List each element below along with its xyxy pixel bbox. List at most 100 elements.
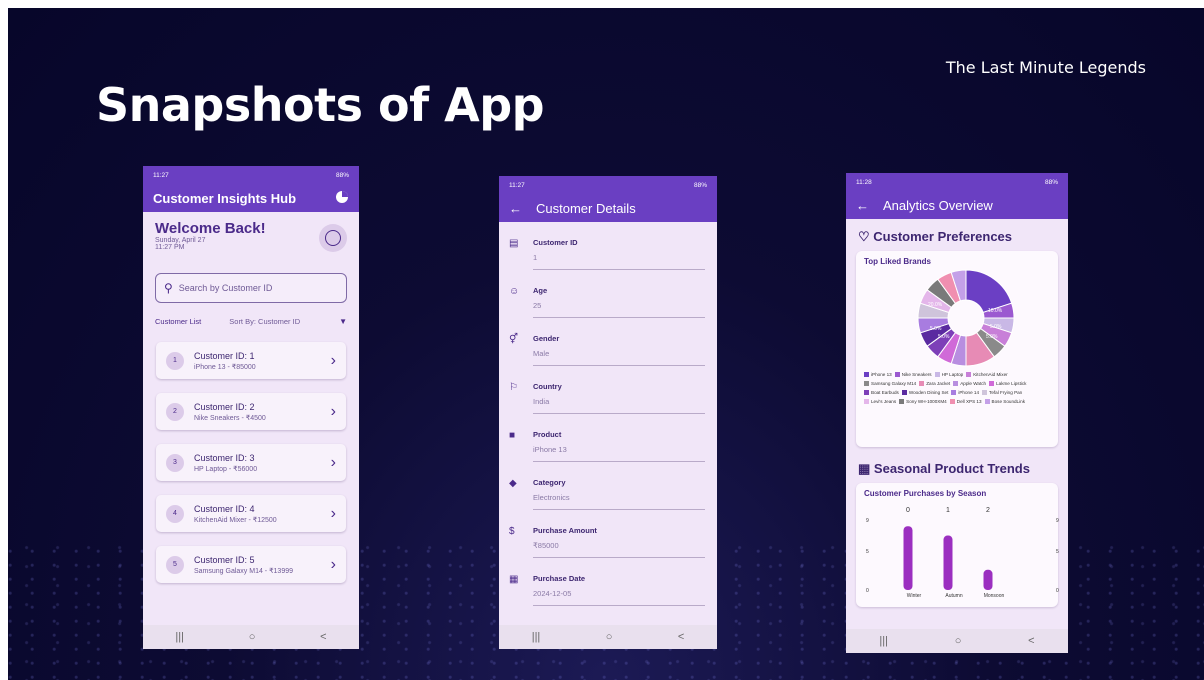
chevron-right-icon: › (330, 504, 336, 522)
app-title: Customer Details (536, 200, 636, 216)
sort-dropdown-icon[interactable]: ▼ (339, 317, 347, 326)
app-title: Analytics Overview (883, 197, 993, 213)
back-icon[interactable]: < (1028, 635, 1034, 647)
detail-field-customer-id: ▤ Customer ID 1 (499, 238, 717, 270)
slice-label: 10.0% (988, 308, 1003, 314)
bar (943, 535, 953, 590)
legend-item: Zara Jacket (919, 379, 950, 388)
back-arrow-icon[interactable]: ← (856, 198, 869, 213)
tag-icon: ◆ (509, 478, 517, 489)
chevron-right-icon: › (330, 453, 336, 471)
customer-card[interactable]: 3 Customer ID: 3 HP Laptop - ₹56000 › (156, 444, 346, 481)
recent-apps-icon[interactable]: ||| (532, 631, 541, 643)
field-label: Age (533, 286, 548, 295)
customer-number-badge: 2 (166, 402, 184, 421)
legend-item: Levi's Jeans (864, 397, 896, 406)
slice-label: 5.0% (990, 324, 1002, 330)
back-icon[interactable]: < (320, 631, 326, 643)
section-customer-preferences: ♡ Customer Preferences (846, 219, 1068, 245)
field-value: 2024-12-05 (533, 589, 572, 598)
legend-label: HP Laptop (941, 372, 964, 377)
bar (903, 526, 913, 590)
slice-label: 5.0% (938, 334, 950, 340)
team-name: The Last Minute Legends (945, 58, 1146, 77)
recent-apps-icon[interactable]: ||| (879, 635, 888, 647)
home-icon[interactable]: ○ (955, 635, 962, 647)
profile-avatar-button[interactable] (319, 224, 347, 252)
field-value: iPhone 13 (533, 445, 567, 454)
bar (983, 569, 993, 590)
bar-chart: 0 0 5 5 9 9 0 Winter 1 Autumn 2 Monsoon (866, 507, 1059, 599)
legend-label: iPhone 14 (958, 390, 980, 395)
legend-item: Samsung Galaxy M14 (864, 379, 916, 388)
back-arrow-icon[interactable]: ← (509, 201, 522, 216)
slice-label: 5.0% (986, 334, 998, 340)
welcome-section: Welcome Back! Sunday, April 27 11:27 PM (143, 212, 359, 252)
field-value: India (533, 397, 550, 406)
home-icon[interactable]: ○ (606, 631, 613, 643)
legend-swatch (864, 372, 869, 377)
search-icon: ⚲ (164, 281, 173, 295)
field-label: Purchase Date (533, 574, 586, 583)
detail-field-purchase-amount: $ Purchase Amount ₹85000 (499, 526, 717, 558)
gender-icon: ⚥ (509, 334, 519, 345)
heart-icon: ♡ (858, 229, 870, 244)
legend-label: Dell XPS 13 (956, 399, 982, 404)
customer-card[interactable]: 4 Customer ID: 4 KitchenAid Mixer - ₹1250… (156, 495, 346, 532)
welcome-time: 11:27 PM (155, 244, 185, 251)
legend-swatch (899, 399, 905, 404)
legend-swatch (934, 372, 940, 377)
legend-swatch (966, 372, 972, 377)
legend-label: Wooden Dining Set (908, 390, 949, 395)
search-input[interactable]: ⚲ Search by Customer ID (155, 273, 347, 303)
user-icon (325, 230, 341, 246)
y-tick-label-right: 5 (1056, 549, 1059, 555)
section-title: Customer Preferences (873, 229, 1013, 244)
customer-card[interactable]: 2 Customer ID: 2 Nike Sneakers - ₹4500 › (156, 393, 346, 430)
android-nav-bar: ||| ○ < (846, 629, 1068, 653)
status-time: 11:27 (153, 171, 169, 179)
legend-label: Nike Sneakers (901, 372, 932, 377)
customer-subtitle: Samsung Galaxy M14 - ₹13999 (194, 567, 294, 575)
home-icon[interactable]: ○ (249, 631, 256, 643)
legend-item: Tefal Frying Pan (982, 388, 1022, 397)
y-tick-label: 9 (866, 518, 869, 524)
legend-item: Apple Watch (953, 379, 986, 388)
bar-top-label: 0 (906, 507, 910, 514)
legend-swatch (894, 372, 900, 377)
legend-item: Bose SoundLink (984, 397, 1025, 406)
status-battery: 88% (335, 171, 349, 179)
y-tick-label: 5 (866, 549, 869, 555)
legend-item: Nike Sneakers (894, 370, 932, 379)
chevron-right-icon: › (330, 351, 336, 369)
phone-customer-list: 11:27 88% Customer Insights Hub Welcome … (143, 166, 359, 649)
app-bar: Customer Insights Hub (143, 184, 359, 212)
legend-swatch (864, 390, 869, 395)
legend-item: Boat Earbuds (864, 388, 899, 397)
legend-swatch (919, 381, 925, 386)
category-label: Monsoon (984, 593, 1005, 599)
back-icon[interactable]: < (678, 631, 684, 643)
recent-apps-icon[interactable]: ||| (175, 631, 184, 643)
legend-swatch (949, 399, 955, 404)
customer-title: Customer ID: 2 (194, 401, 255, 412)
legend-item: iPhone 13 (864, 370, 892, 379)
field-label: Category (533, 478, 566, 487)
pie-chart-icon[interactable] (335, 190, 349, 207)
legend-label: Levi's Jeans (871, 399, 897, 404)
customer-card[interactable]: 1 Customer ID: 1 iPhone 13 - ₹85000 › (156, 342, 346, 379)
customer-title: Customer ID: 1 (194, 350, 255, 361)
legend-label: Boat Earbuds (871, 390, 899, 395)
field-value: Electronics (533, 493, 570, 502)
legend-label: Zara Jacket (926, 381, 951, 386)
app-bar: ← Analytics Overview (846, 191, 1068, 219)
customer-card[interactable]: 5 Customer ID: 5 Samsung Galaxy M14 - ₹13… (156, 546, 346, 583)
app-bar: ← Customer Details (499, 194, 717, 222)
bar-top-label: 1 (946, 507, 950, 514)
chevron-right-icon: › (330, 555, 336, 573)
slice-label: 5.0% (930, 326, 942, 332)
legend-swatch (953, 381, 959, 386)
detail-field-gender: ⚥ Gender Male (499, 334, 717, 366)
field-value: 1 (533, 253, 538, 262)
y-tick-label-right: 9 (1056, 518, 1059, 524)
